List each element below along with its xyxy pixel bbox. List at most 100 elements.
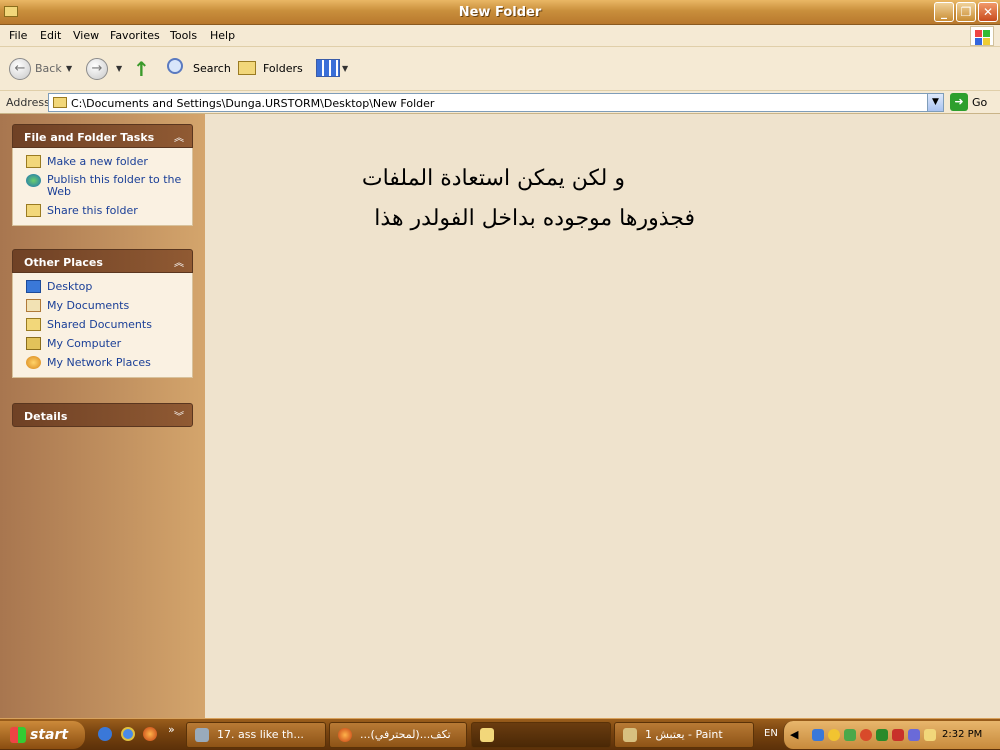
tray-icon[interactable] xyxy=(844,729,856,741)
place-label: My Network Places xyxy=(47,356,151,369)
panel-header[interactable]: Other Places ︽ xyxy=(12,249,193,273)
folder-icon xyxy=(480,728,494,742)
forward-dropdown-icon[interactable]: ▼ xyxy=(116,64,122,73)
network-icon xyxy=(26,356,41,369)
firefox-icon xyxy=(338,728,352,742)
globe-icon xyxy=(26,174,41,187)
menu-view[interactable]: View xyxy=(73,29,99,42)
start-button[interactable]: start xyxy=(0,721,85,749)
menu-favorites[interactable]: Favorites xyxy=(110,29,160,42)
internet-explorer-icon[interactable] xyxy=(121,727,135,741)
taskbar-task[interactable]: ...تكف...(لمحترفي) xyxy=(329,722,467,748)
close-button[interactable]: ✕ xyxy=(978,2,998,22)
taskbar-task[interactable]: يعتبش 1 - Paint xyxy=(614,722,754,748)
folders-icon[interactable] xyxy=(238,61,256,75)
back-arrow-icon[interactable]: ← xyxy=(9,58,31,80)
back-button[interactable]: Back xyxy=(35,62,62,75)
computer-icon xyxy=(26,337,41,350)
task-publish-web[interactable]: Publish this folder to the Web xyxy=(13,172,192,202)
folder-content-area[interactable]: و لكن يمكن استعادة الملفات فجذورها موجود… xyxy=(205,114,1000,718)
back-dropdown-icon[interactable]: ▼ xyxy=(66,64,72,73)
place-my-documents[interactable]: My Documents xyxy=(13,297,192,316)
task-icon xyxy=(195,728,209,742)
windows-logo-icon xyxy=(970,26,994,46)
panel-title: File and Folder Tasks xyxy=(24,131,155,144)
task-label: Publish this folder to the Web xyxy=(47,173,182,198)
place-network[interactable]: My Network Places xyxy=(13,354,192,373)
panel-title: Details xyxy=(24,410,68,423)
arabic-text-line: و لكن يمكن استعادة الملفات xyxy=(361,166,625,191)
views-icon[interactable] xyxy=(316,59,340,77)
arabic-text-line: فجذورها موجوده بداخل الفولدر هذا xyxy=(374,206,695,231)
go-arrow-icon[interactable]: ➜ xyxy=(950,93,968,111)
menu-edit[interactable]: Edit xyxy=(40,29,61,42)
restore-button[interactable]: ❐ xyxy=(956,2,976,22)
details-panel: Details ︾ xyxy=(12,403,193,427)
minimize-button[interactable]: _ xyxy=(934,2,954,22)
tray-icon[interactable] xyxy=(924,729,936,741)
expand-icon[interactable]: ︾ xyxy=(174,408,184,423)
task-label: يعتبش 1 - Paint xyxy=(645,728,723,741)
tray-icon[interactable] xyxy=(828,729,840,741)
place-label: My Documents xyxy=(47,299,130,312)
paint-icon xyxy=(623,728,637,742)
window-title: New Folder xyxy=(458,5,542,20)
address-value[interactable]: C:\Documents and Settings\Dunga.URSTORM\… xyxy=(71,97,434,110)
place-label: Shared Documents xyxy=(47,318,152,331)
taskbar-task-active[interactable] xyxy=(471,722,611,748)
clock[interactable]: 2:32 PM xyxy=(942,729,982,740)
menu-bar: File Edit View Favorites Tools Help xyxy=(0,25,1000,47)
system-tray: ◀ 2:32 PM xyxy=(783,721,1000,749)
tray-icon[interactable] xyxy=(892,729,904,741)
menu-file[interactable]: File xyxy=(9,29,27,42)
address-label: Address xyxy=(6,96,50,109)
address-bar: Address C:\Documents and Settings\Dunga.… xyxy=(0,91,1000,114)
taskbar: start » 17. ass like th... ...تكف...(لمح… xyxy=(0,718,1000,750)
firefox-icon[interactable] xyxy=(143,727,157,741)
share-folder-icon xyxy=(26,204,41,217)
search-icon[interactable] xyxy=(167,58,183,74)
tray-icon[interactable] xyxy=(860,729,872,741)
address-input[interactable]: C:\Documents and Settings\Dunga.URSTORM\… xyxy=(48,93,944,112)
quicklaunch-more-icon[interactable]: » xyxy=(168,723,175,736)
task-pane: File and Folder Tasks ︽ Make a new folde… xyxy=(0,114,205,718)
place-label: Desktop xyxy=(47,280,93,293)
task-make-new-folder[interactable]: Make a new folder xyxy=(13,153,192,172)
panel-header[interactable]: File and Folder Tasks ︽ xyxy=(12,124,193,148)
forward-arrow-icon[interactable]: → xyxy=(86,58,108,80)
language-indicator[interactable]: EN xyxy=(764,728,778,739)
task-label: Share this folder xyxy=(47,204,138,217)
tray-icon[interactable] xyxy=(908,729,920,741)
go-button[interactable]: Go xyxy=(972,96,987,109)
address-dropdown-icon[interactable]: ▼ xyxy=(927,94,943,111)
collapse-icon[interactable]: ︽ xyxy=(174,254,184,269)
place-my-computer[interactable]: My Computer xyxy=(13,335,192,354)
menu-help[interactable]: Help xyxy=(210,29,235,42)
search-button[interactable]: Search xyxy=(193,62,231,75)
task-share-folder[interactable]: Share this folder xyxy=(13,202,192,221)
up-folder-icon[interactable]: ↑ xyxy=(133,57,150,81)
folders-button[interactable]: Folders xyxy=(263,62,303,75)
start-label: start xyxy=(30,727,69,743)
toolbar: ← Back ▼ → ▼ ↑ Search Folders ▼ xyxy=(0,47,1000,91)
tray-icon[interactable] xyxy=(876,729,888,741)
views-dropdown-icon[interactable]: ▼ xyxy=(342,64,348,73)
new-folder-icon xyxy=(26,155,41,168)
menu-tools[interactable]: Tools xyxy=(170,29,197,42)
task-label: 17. ass like th... xyxy=(217,728,304,741)
shared-folder-icon xyxy=(26,318,41,331)
windows-flag-icon xyxy=(10,727,26,743)
panel-header[interactable]: Details ︾ xyxy=(12,403,193,427)
other-places-panel: Other Places ︽ Desktop My Documents Shar… xyxy=(12,249,193,378)
panel-title: Other Places xyxy=(24,256,103,269)
documents-icon xyxy=(26,299,41,312)
collapse-icon[interactable]: ︽ xyxy=(174,129,184,144)
place-shared-documents[interactable]: Shared Documents xyxy=(13,316,192,335)
folder-icon xyxy=(53,97,67,108)
taskbar-task[interactable]: 17. ass like th... xyxy=(186,722,326,748)
tray-icon[interactable] xyxy=(812,729,824,741)
messenger-icon[interactable] xyxy=(98,727,112,741)
place-desktop[interactable]: Desktop xyxy=(13,278,192,297)
title-bar: New Folder _ ❐ ✕ xyxy=(0,0,1000,25)
show-hidden-icons-icon[interactable]: ◀ xyxy=(790,728,798,741)
